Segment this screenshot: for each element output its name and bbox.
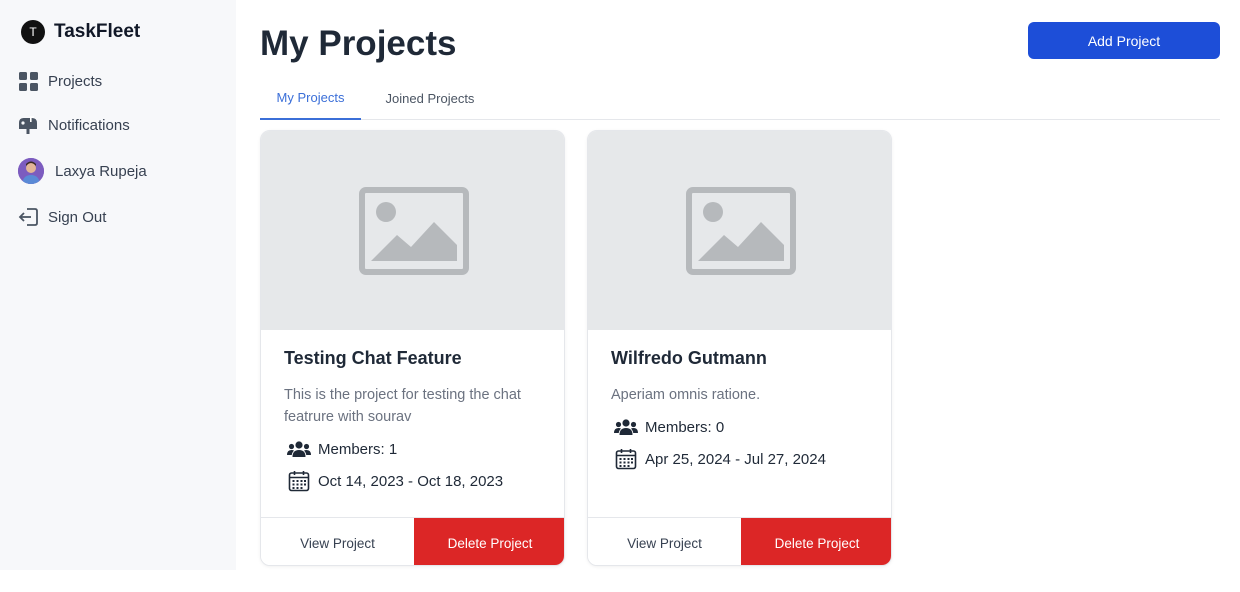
add-project-button[interactable]: Add Project (1028, 22, 1220, 59)
delete-project-button[interactable]: Delete Project (741, 518, 891, 565)
view-project-button[interactable]: View Project (588, 518, 741, 565)
calendar-icon (287, 469, 311, 493)
sidebar-item-projects[interactable]: Projects (18, 71, 102, 91)
project-description: Aperiam omnis ratione. (611, 387, 761, 403)
sidebar-item-profile[interactable]: Laxya Rupeja (18, 158, 147, 184)
sidebar-item-label: Laxya Rupeja (55, 162, 147, 180)
project-description: This is the project for testing the chat… (284, 387, 521, 425)
tab-my-projects[interactable]: My Projects (260, 76, 361, 120)
members-count: Members: 1 (318, 440, 398, 458)
project-image-placeholder (588, 131, 891, 330)
avatar (18, 158, 44, 184)
users-icon (287, 437, 311, 461)
tab-bar: My Projects Joined Projects (260, 76, 1220, 120)
calendar-icon (614, 447, 638, 471)
tab-joined-projects[interactable]: Joined Projects (370, 76, 490, 120)
project-title: Wilfredo Gutmann (611, 348, 767, 368)
project-dates: Oct 14, 2023 - Oct 18, 2023 (287, 469, 503, 493)
date-range: Apr 25, 2024 - Jul 27, 2024 (645, 450, 826, 468)
project-title: Testing Chat Feature (284, 348, 462, 368)
image-icon (685, 186, 796, 275)
users-icon (614, 415, 638, 439)
project-members: Members: 1 (287, 437, 397, 461)
project-card: Wilfredo Gutmann Aperiam omnis ratione. … (587, 130, 892, 566)
image-icon (358, 186, 469, 275)
grid-icon (18, 71, 38, 91)
card-actions: View Project Delete Project (261, 517, 564, 565)
brand[interactable]: T TaskFleet (21, 20, 140, 44)
view-project-button[interactable]: View Project (261, 518, 414, 565)
sidebar-item-sign-out[interactable]: Sign Out (18, 207, 106, 227)
page-title: My Projects (260, 24, 457, 63)
project-members: Members: 0 (614, 415, 724, 439)
card-actions: View Project Delete Project (588, 517, 891, 565)
sidebar-item-label: Sign Out (48, 208, 107, 226)
mailbox-icon (18, 115, 38, 135)
sidebar-item-notifications[interactable]: Notifications (18, 115, 130, 135)
sidebar-item-label: Notifications (48, 116, 130, 134)
members-count: Members: 0 (645, 418, 725, 436)
delete-project-button[interactable]: Delete Project (414, 518, 564, 565)
sign-out-icon (18, 207, 38, 227)
brand-logo: T (21, 20, 45, 44)
sidebar-item-label: Projects (48, 72, 103, 90)
sidebar: T TaskFleet Projects Notifications Laxya… (0, 0, 236, 570)
project-card: Testing Chat Feature This is the project… (260, 130, 565, 566)
project-image-placeholder (261, 131, 564, 330)
date-range: Oct 14, 2023 - Oct 18, 2023 (318, 472, 504, 490)
project-dates: Apr 25, 2024 - Jul 27, 2024 (614, 447, 826, 471)
brand-name: TaskFleet (54, 21, 141, 42)
